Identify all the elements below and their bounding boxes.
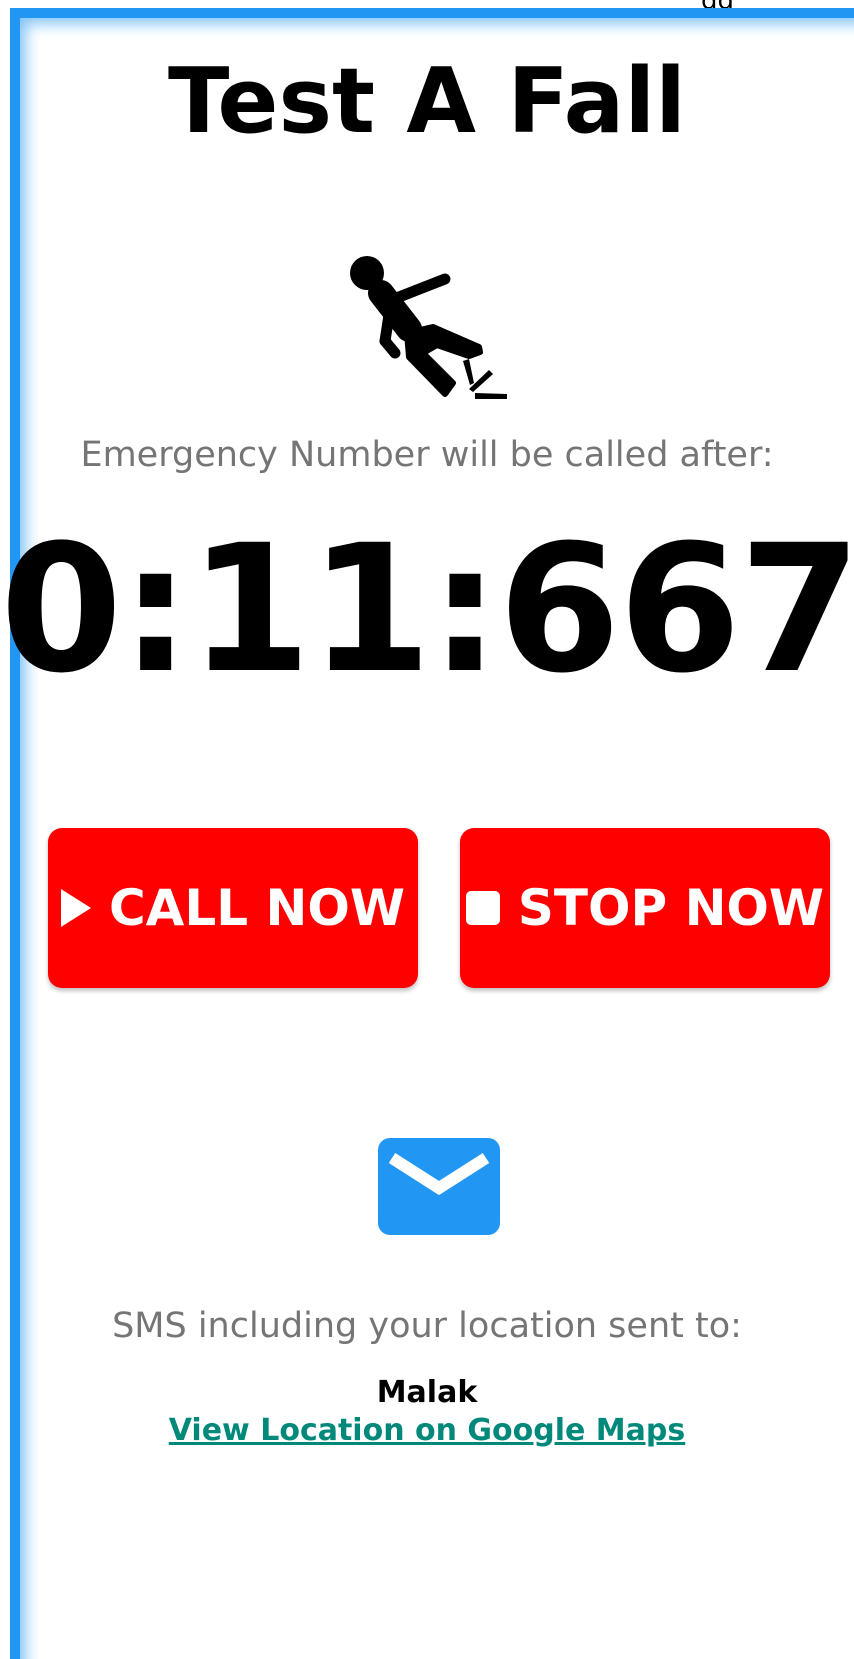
mail-icon xyxy=(378,1138,500,1235)
top-strip: gg xyxy=(0,0,854,8)
countdown-timer: 0:11:667 xyxy=(0,507,854,712)
page-title: Test A Fall xyxy=(167,49,687,154)
call-now-button[interactable]: CALL NOW xyxy=(48,828,418,988)
countdown-label: Emergency Number will be called after: xyxy=(80,435,774,475)
sms-status-text: SMS including your location sent to: xyxy=(112,1306,742,1346)
play-icon xyxy=(60,889,91,927)
stop-now-button[interactable]: STOP NOW xyxy=(460,828,830,988)
contact-name: Malak xyxy=(376,1375,478,1410)
person-falling-icon xyxy=(350,256,507,399)
call-now-label: CALL NOW xyxy=(108,879,406,937)
stop-now-label: STOP NOW xyxy=(517,879,825,937)
stop-icon xyxy=(465,891,500,925)
view-location-link[interactable]: View Location on Google Maps xyxy=(0,1413,854,1449)
top-strip-text: gg xyxy=(701,0,734,8)
